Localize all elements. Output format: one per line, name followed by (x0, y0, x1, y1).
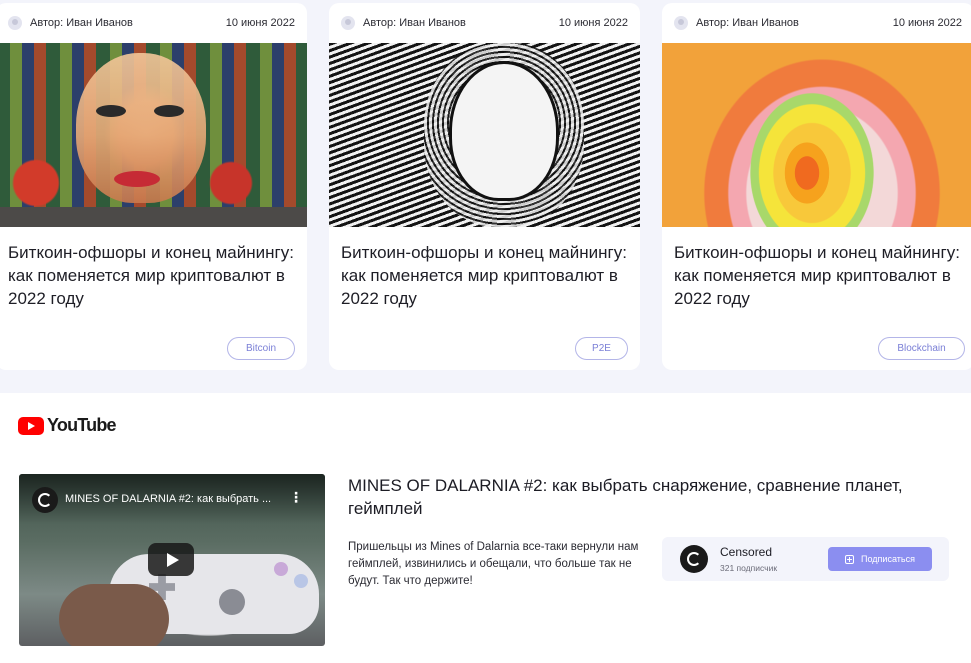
author-avatar-icon (8, 16, 22, 30)
video-description: Пришельцы из Mines of Dalarnia все-таки … (348, 541, 639, 587)
author-name: Автор: Иван Иванов (363, 17, 466, 29)
image-head (449, 61, 559, 201)
article-date: 10 июня 2022 (558, 17, 628, 29)
article-card[interactable]: Автор: Иван Иванов 10 июня 2022 Биткоин-… (329, 3, 640, 370)
video-player[interactable]: MINES OF DALARNIA #2: как выбрать ... ⋮ (19, 474, 325, 646)
article-title[interactable]: Биткоин-офшоры и конец майнингу: как пом… (329, 227, 640, 310)
tag-badge[interactable]: Bitcoin (227, 337, 295, 360)
subscriber-count: 321 подписчик (720, 563, 778, 573)
more-vert-icon[interactable]: ⋮ (289, 490, 303, 504)
image-lips (114, 171, 160, 187)
article-title[interactable]: Биткоин-офшоры и конец майнингу: как пом… (0, 227, 307, 310)
author-name: Автор: Иван Иванов (696, 17, 799, 29)
author-avatar-icon (341, 16, 355, 30)
article-image[interactable] (329, 43, 640, 227)
card-header: Автор: Иван Иванов 10 июня 2022 (329, 3, 640, 43)
article-card[interactable]: Автор: Иван Иванов 10 июня 2022 Биткоин-… (662, 3, 971, 370)
video-scene-button (294, 574, 308, 588)
plus-icon (845, 554, 855, 564)
article-date: 10 июня 2022 (225, 17, 295, 29)
video-scene-button (274, 562, 288, 576)
tag-badge[interactable]: Blockchain (878, 337, 965, 360)
author-name: Автор: Иван Иванов (30, 17, 133, 29)
article-card[interactable]: Автор: Иван Иванов 10 июня 2022 Биткоин-… (0, 3, 307, 370)
image-eye (96, 105, 126, 117)
channel-logo-icon[interactable] (32, 487, 58, 513)
tag-badge[interactable]: P2E (575, 337, 628, 360)
article-date: 10 июня 2022 (892, 17, 962, 29)
card-header: Автор: Иван Иванов 10 июня 2022 (662, 3, 971, 43)
article-cards: Автор: Иван Иванов 10 июня 2022 Биткоин-… (0, 0, 971, 372)
video-title[interactable]: MINES OF DALARNIA #2: как выбрать снаряж… (348, 474, 958, 520)
article-title[interactable]: Биткоин-офшоры и конец майнингу: как пом… (662, 227, 971, 310)
author-avatar-icon (674, 16, 688, 30)
youtube-logo[interactable]: YouTube (18, 415, 117, 436)
play-icon[interactable] (148, 543, 194, 576)
video-scene-hand (59, 584, 169, 646)
youtube-section: YouTube MINES OF DALARNIA #2: как выбрат… (0, 393, 971, 663)
image-ground (0, 207, 307, 227)
card-header: Автор: Иван Иванов 10 июня 2022 (0, 3, 307, 43)
article-image[interactable] (662, 43, 971, 227)
channel-card: Censored 321 подписчик Подписаться (662, 537, 949, 581)
subscribe-label: Подписаться (861, 554, 915, 564)
video-scene-stick (219, 589, 245, 615)
image-eye (154, 105, 184, 117)
article-image[interactable] (0, 43, 307, 227)
channel-avatar-icon[interactable] (680, 545, 708, 573)
youtube-play-icon (18, 416, 44, 435)
channel-name[interactable]: Censored (720, 545, 772, 559)
video-overlay-title[interactable]: MINES OF DALARNIA #2: как выбрать ... (65, 493, 295, 505)
subscribe-button[interactable]: Подписаться (828, 547, 932, 571)
youtube-wordmark: YouTube (47, 415, 117, 435)
